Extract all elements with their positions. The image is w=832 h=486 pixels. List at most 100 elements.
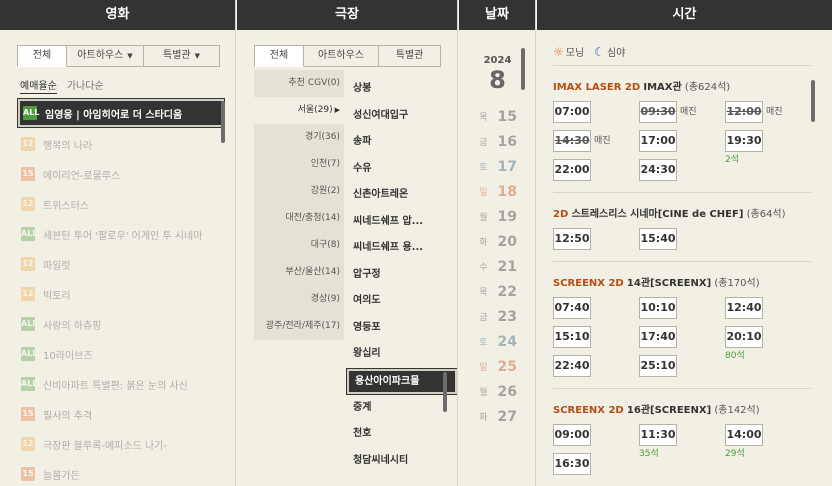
- movie-item[interactable]: 12 행복의 나라: [18, 129, 224, 159]
- time-list-scrollbar[interactable]: [811, 80, 815, 122]
- showtime-button[interactable]: 12:50: [553, 228, 591, 250]
- theater-item[interactable]: 씨네드쉐프 압...: [347, 209, 457, 236]
- movie-tab-special[interactable]: 특별관 ▼: [144, 45, 220, 67]
- movie-tab-all[interactable]: 전체: [17, 45, 67, 67]
- day-item[interactable]: 금 16: [459, 129, 535, 154]
- showtime-button[interactable]: 12:40: [725, 297, 763, 319]
- day-item[interactable]: 일 25: [459, 354, 535, 379]
- theater-list: 상봉 성신여대입구 송파 수유 신촌아트레온 씨네드쉐프 압... 씨네드쉐프 용... 압구…: [346, 76, 457, 475]
- movie-title: 파일럿: [43, 260, 71, 272]
- day-item[interactable]: 목 15: [459, 104, 535, 129]
- day-item[interactable]: 목 22: [459, 279, 535, 304]
- showtime-button[interactable]: 07:40: [553, 297, 591, 319]
- movie-item[interactable]: ALL 신비아파트 특별편: 붉은 눈의 사신: [18, 369, 224, 399]
- day-item[interactable]: 월 26: [459, 379, 535, 404]
- showtime-button[interactable]: 16:30: [553, 453, 591, 475]
- day-number: 18: [497, 183, 517, 200]
- showtime-button[interactable]: 22:00: [553, 159, 591, 181]
- movie-list-scrollbar[interactable]: [221, 101, 225, 143]
- region-item[interactable]: 추천 CGV(0): [254, 70, 344, 97]
- time-column: 시간 ☼ 모닝 ☾ 심야 IMAX LASER 2D IMAX관 (총624석) 07…: [537, 0, 832, 486]
- theater-item[interactable]: 상봉: [347, 76, 457, 103]
- showtime-button[interactable]: 09:00: [553, 424, 591, 446]
- theater-list-scrollbar[interactable]: [443, 372, 447, 412]
- region-item[interactable]: 인천(7): [254, 151, 344, 178]
- showtime-button[interactable]: 25:10: [639, 355, 677, 377]
- region-item[interactable]: 광주/전라/제주(17): [254, 313, 344, 340]
- showtime-button[interactable]: 20:10: [725, 326, 763, 348]
- theater-tab-special[interactable]: 특별관: [379, 45, 441, 67]
- showtime-button[interactable]: 17:00: [639, 130, 677, 152]
- theater-item[interactable]: 청담씨네시티: [347, 448, 457, 475]
- region-item[interactable]: 강원(2): [254, 178, 344, 205]
- day-item[interactable]: 수 21: [459, 254, 535, 279]
- theater-item[interactable]: 성신여대입구: [347, 103, 457, 130]
- showtime-button[interactable]: 15:40: [639, 228, 677, 250]
- theater-item[interactable]: 송파: [347, 129, 457, 156]
- movie-item[interactable]: 15 늘봄가든: [18, 459, 224, 486]
- sun-icon: ☼: [553, 45, 564, 59]
- movie-item[interactable]: 15 에이리언-로물루스: [18, 159, 224, 189]
- theater-item[interactable]: 영등포: [347, 315, 457, 342]
- day-item[interactable]: 화 20: [459, 229, 535, 254]
- theater-item[interactable]: 용산아이파크몰: [346, 367, 457, 395]
- theater-item[interactable]: 왕십리: [347, 341, 457, 368]
- day-item[interactable]: 토 24: [459, 329, 535, 354]
- sort-by-booking-rate[interactable]: 예매율순: [20, 77, 57, 94]
- showtime-button[interactable]: 14:00: [725, 424, 763, 446]
- showtime-wrap: 19:30 2석: [725, 130, 763, 165]
- theater-tab-all[interactable]: 전체: [254, 45, 304, 67]
- theater-item[interactable]: 신촌아트레온: [347, 182, 457, 209]
- region-item[interactable]: 대전/충청(14): [254, 205, 344, 232]
- region-item[interactable]: 경기(36): [254, 124, 344, 151]
- day-item[interactable]: 금 23: [459, 304, 535, 329]
- day-item[interactable]: 월 19: [459, 204, 535, 229]
- showtime-slot: 12:00 매진: [725, 101, 811, 130]
- showtime-button[interactable]: 17:40: [639, 326, 677, 348]
- theater-item[interactable]: 여의도: [347, 288, 457, 315]
- movie-item[interactable]: 15 필사의 추격: [18, 399, 224, 429]
- theater-item[interactable]: 압구정: [347, 262, 457, 289]
- showtime-button[interactable]: 24:30: [639, 159, 677, 181]
- showtime-button[interactable]: 10:10: [639, 297, 677, 319]
- day-item[interactable]: 토 17: [459, 154, 535, 179]
- theater-item[interactable]: 천호: [347, 421, 457, 448]
- movie-tab-arthouse[interactable]: 아트하우스 ▼: [67, 45, 144, 67]
- region-item[interactable]: 부산/울산(14): [254, 259, 344, 286]
- tab-label: 전체: [32, 50, 52, 61]
- showtime-button[interactable]: 22:40: [553, 355, 591, 377]
- region-item[interactable]: 서울(29) ▶: [254, 97, 344, 124]
- day-item[interactable]: 화 27: [459, 404, 535, 429]
- movie-item[interactable]: ALL 세븐틴 투어 '팔로우' 어게인 투 시네마: [18, 219, 224, 249]
- movie-item[interactable]: 12 파일럿: [18, 249, 224, 279]
- showtime-button[interactable]: 11:30: [639, 424, 677, 446]
- movie-item[interactable]: 12 극장판 블루록-에피소드 나기-: [18, 429, 224, 459]
- movie-title: 필사의 추격: [43, 410, 93, 422]
- region-item[interactable]: 경상(9): [254, 286, 344, 313]
- showtime-wrap: 09:30: [639, 101, 677, 123]
- movie-item[interactable]: ALL 10라이브즈: [18, 339, 224, 369]
- movie-item[interactable]: 12 트위스터스: [18, 189, 224, 219]
- region-item[interactable]: 대구(8): [254, 232, 344, 259]
- theater-item[interactable]: 씨네드쉐프 용...: [347, 235, 457, 262]
- showtime-button: 14:30: [553, 130, 591, 152]
- movie-item[interactable]: ALL 사랑의 하츄핑: [18, 309, 224, 339]
- showtime-button[interactable]: 07:00: [553, 101, 591, 123]
- theater-item[interactable]: 수유: [347, 156, 457, 183]
- showtime-button[interactable]: 19:30: [725, 130, 763, 152]
- movie-item[interactable]: ALL 임영웅 | 아임히어로 더 스타디움: [17, 98, 225, 128]
- sort-by-name[interactable]: 가나다순: [67, 77, 104, 94]
- showtime-button[interactable]: 15:10: [553, 326, 591, 348]
- theater-tab-arthouse[interactable]: 아트하우스: [304, 45, 379, 67]
- tab-label: 아트하우스: [318, 50, 364, 61]
- showtime-slot: 10:10: [639, 297, 725, 326]
- ticketing-page: 영화 전체 아트하우스 ▼ 특별관 ▼ 예매율순 가나다순 ALL 임영웅 | 아임히…: [0, 0, 832, 486]
- movie-item[interactable]: 12 빅토리: [18, 279, 224, 309]
- day-number: 23: [497, 308, 517, 325]
- session-header: SCREENX 2D 14관[SCREENX] (총170석): [553, 274, 811, 289]
- day-item[interactable]: 일 18: [459, 179, 535, 204]
- session-hall: IMAX관: [643, 82, 682, 93]
- theater-item[interactable]: 중계: [347, 395, 457, 422]
- session-header: SCREENX 2D 16관[SCREENX] (총142석): [553, 401, 811, 416]
- date-list-scrollbar[interactable]: [521, 48, 525, 90]
